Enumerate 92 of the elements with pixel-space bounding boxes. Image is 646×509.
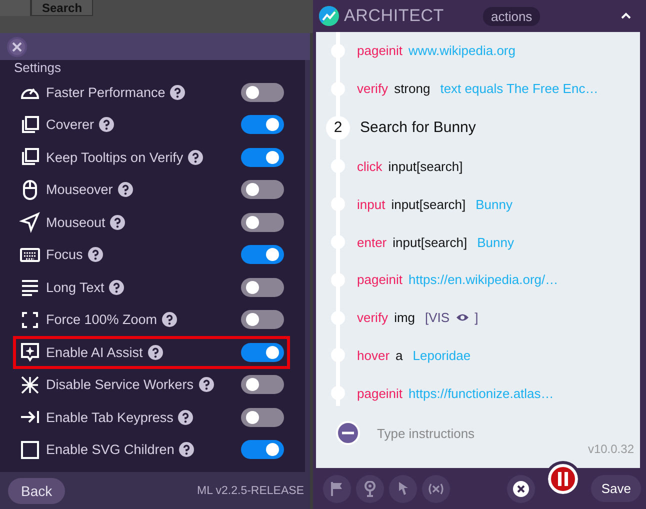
action-value: Leporidae	[412, 348, 471, 363]
section-heading: Settings	[14, 60, 62, 75]
toggle-switch[interactable]	[241, 115, 284, 134]
input-field[interactable]	[0, 0, 31, 16]
help-icon[interactable]	[88, 247, 103, 262]
action-value: www.wikipedia.org	[408, 43, 516, 58]
help-icon[interactable]	[162, 312, 178, 328]
version-label: ML v2.2.5-RELEASE	[197, 484, 304, 496]
flag-icon	[330, 480, 344, 496]
action-name: input	[357, 196, 386, 212]
toggle-switch[interactable]	[241, 278, 284, 297]
mode-label: actions	[482, 6, 540, 26]
minus-icon[interactable]	[335, 420, 361, 446]
action-name: pageinit	[357, 43, 403, 58]
setting-label: Coverer	[46, 117, 94, 132]
action-name: verify	[357, 310, 388, 326]
action-value: Bunny	[476, 196, 513, 212]
action-name: click	[357, 158, 382, 174]
instruction-field[interactable]: Type instructions	[375, 424, 579, 442]
close-icon	[11, 40, 23, 52]
setting-label: Enable Tab Keypress	[46, 410, 174, 425]
help-icon[interactable]	[179, 442, 194, 458]
close-button[interactable]	[7, 36, 27, 56]
action-value: https://en.wikipedia.org/…	[408, 272, 558, 288]
action-name: pageinit	[357, 386, 403, 401]
setting-label: Faster Performance	[46, 84, 166, 100]
toggle-switch[interactable]	[241, 310, 284, 330]
crossed-icon	[19, 374, 41, 396]
action-value: text equals The Free Enc…	[440, 81, 598, 96]
visibility-tag: [VIS	[425, 310, 450, 326]
setting-label: Disable Service Workers	[46, 377, 194, 392]
target-selector: img	[394, 310, 416, 326]
copy-icon	[19, 114, 41, 136]
help-icon[interactable]	[110, 214, 126, 230]
toggle-switch[interactable]	[241, 245, 284, 264]
pin-icon	[363, 480, 377, 496]
target-selector: input[search]	[391, 196, 466, 212]
help-icon[interactable]	[170, 84, 186, 100]
toggle-switch[interactable]	[241, 148, 284, 167]
save-button[interactable]: Save	[591, 475, 641, 502]
action-name: pageinit	[357, 272, 403, 288]
help-icon[interactable]	[148, 344, 163, 360]
toggle-switch[interactable]	[241, 408, 284, 427]
setting-label: Force 100% Zoom	[46, 312, 158, 328]
pin-button[interactable]	[356, 474, 384, 502]
setting-label: Mouseover	[46, 182, 113, 198]
sparkle-icon	[19, 341, 41, 364]
action-value: Bunny	[477, 234, 514, 250]
help-icon[interactable]	[118, 182, 133, 198]
cursor-button[interactable]	[389, 474, 417, 502]
action-value: https://functionize.atlas…	[408, 386, 554, 401]
setting-label: Enable SVG Children	[46, 442, 174, 458]
pointer-icon	[19, 211, 41, 234]
toggle-switch[interactable]	[241, 212, 284, 232]
setting-label: Long Text	[46, 280, 104, 295]
logo-icon	[319, 6, 339, 26]
setting-label: Focus	[46, 247, 83, 262]
version-label: v10.0.32	[588, 442, 634, 456]
variable-icon	[427, 482, 445, 494]
toggle-switch[interactable]	[241, 342, 284, 362]
eye-icon	[456, 313, 469, 322]
setting-label: Enable AI Assist	[46, 344, 143, 360]
action-name: hover	[357, 348, 390, 363]
help-icon[interactable]	[99, 117, 114, 132]
action-name: enter	[357, 234, 387, 250]
help-icon[interactable]	[109, 280, 124, 295]
toggle-switch[interactable]	[241, 440, 284, 460]
help-icon[interactable]	[188, 150, 204, 165]
help-icon[interactable]	[198, 377, 214, 392]
setting-label: Keep Tooltips on Verify	[46, 150, 184, 165]
cancel-button[interactable]	[507, 474, 536, 502]
back-button[interactable]: Back	[8, 478, 66, 504]
target-selector: input[search]	[392, 234, 468, 250]
pause-icon	[557, 472, 570, 486]
setting-label: Mouseout	[46, 214, 106, 230]
flag-button[interactable]	[323, 474, 351, 502]
help-icon[interactable]	[178, 410, 194, 425]
variable-button[interactable]	[422, 474, 450, 502]
target-selector: a	[396, 348, 403, 363]
toggle-switch[interactable]	[241, 375, 284, 394]
target-selector: strong	[394, 81, 430, 96]
step-number: 2	[326, 116, 350, 140]
group-title: Search for Bunny	[360, 119, 476, 136]
toggle-switch[interactable]	[241, 180, 284, 200]
frame-icon	[19, 438, 41, 461]
action-name: verify	[357, 81, 388, 96]
tag-bracket: ]	[474, 310, 478, 326]
app-title: ARCHITECT	[344, 6, 444, 26]
cursor-icon	[396, 480, 410, 496]
close-icon	[513, 480, 530, 496]
toggle-switch[interactable]	[241, 82, 284, 102]
target-selector: input[search]	[388, 158, 463, 174]
